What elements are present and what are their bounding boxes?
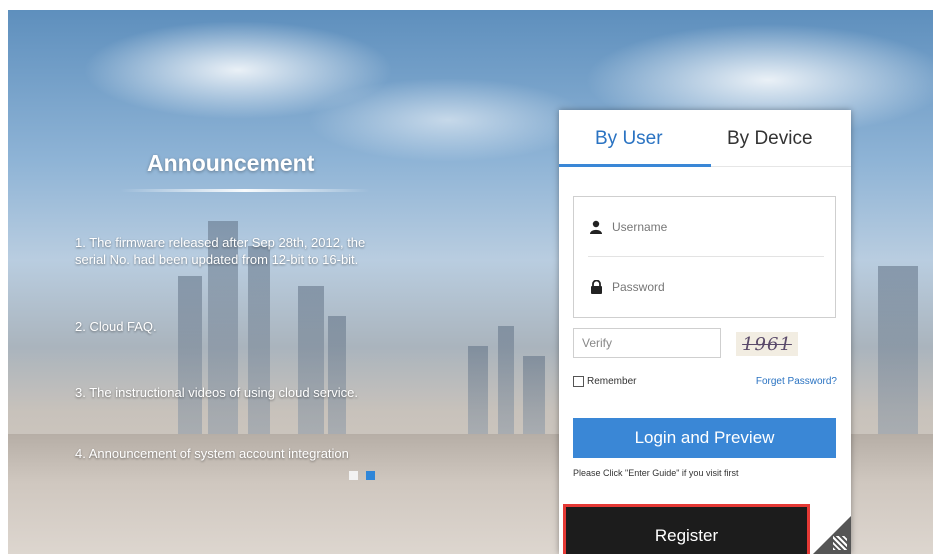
username-placeholder: Username [612, 220, 668, 234]
building [498, 326, 514, 436]
lock-icon [588, 279, 604, 295]
login-panel: By User By Device Username Password Veri… [559, 110, 851, 554]
building [248, 246, 270, 436]
username-field[interactable]: Username [588, 207, 824, 247]
building [468, 346, 488, 436]
login-and-preview-button[interactable]: Login and Preview [573, 418, 836, 458]
building [878, 266, 918, 436]
building [298, 286, 324, 436]
building [178, 276, 202, 436]
first-visit-hint: Please Click "Enter Guide" if you visit … [573, 468, 739, 478]
captcha-image[interactable]: 1961 [736, 332, 798, 356]
carousel-dot-1[interactable] [349, 471, 358, 480]
announcement-item-line: serial No. had been updated from 12-bit … [75, 252, 359, 267]
user-icon [588, 219, 604, 235]
announcement-item-4[interactable]: 4. Announcement of system account integr… [75, 445, 349, 462]
announcement-item-line: 2. Cloud FAQ. [75, 319, 157, 334]
forgot-password-link[interactable]: Forget Password? [756, 376, 837, 387]
building [523, 356, 545, 436]
carousel-dot-2[interactable] [366, 471, 375, 480]
tab-by-device[interactable]: By Device [727, 128, 813, 150]
password-placeholder: Password [612, 280, 665, 294]
checkbox-box[interactable] [573, 376, 584, 387]
announcement-item-2[interactable]: 2. Cloud FAQ. [75, 318, 157, 335]
verify-placeholder: Verify [582, 336, 613, 350]
announcement-divider [120, 189, 370, 192]
remember-checkbox[interactable]: Remember [573, 376, 636, 387]
credentials-box: Username Password [573, 196, 836, 318]
field-divider [588, 256, 824, 257]
announcement-title: Announcement [147, 150, 315, 176]
announcement-item-1[interactable]: 1. The firmware released after Sep 28th,… [75, 234, 365, 268]
remember-label: Remember [587, 376, 637, 387]
verify-input[interactable]: Verify [573, 328, 721, 358]
announcement-item-line: 1. The firmware released after Sep 28th,… [75, 235, 366, 250]
building [328, 316, 346, 436]
announcement-item-line: 4. Announcement of system account integr… [75, 446, 349, 461]
announcement-item-3[interactable]: 3. The instructional videos of using clo… [75, 384, 358, 401]
register-button[interactable]: Register [566, 518, 807, 554]
qr-corner-icon [833, 536, 847, 550]
register-highlight: Register [563, 504, 810, 554]
active-tab-indicator [559, 164, 711, 167]
announcement-item-line: 3. The instructional videos of using clo… [75, 385, 359, 400]
tab-by-user[interactable]: By User [595, 128, 663, 150]
password-field[interactable]: Password [588, 267, 824, 307]
